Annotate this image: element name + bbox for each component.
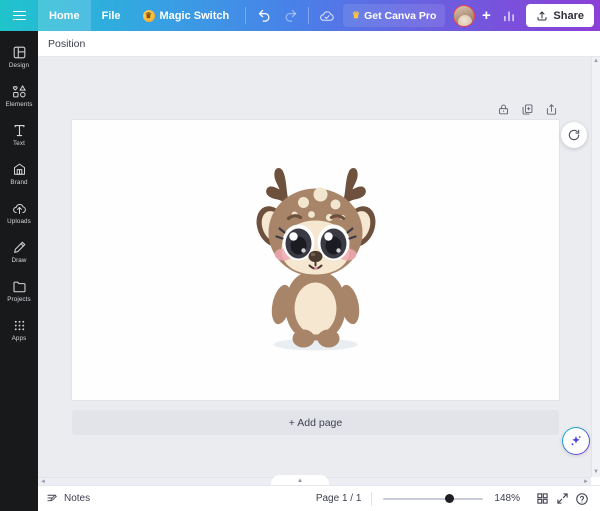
refresh-icon <box>568 129 580 141</box>
page-tools-group <box>497 103 558 116</box>
design-canvas[interactable] <box>72 120 559 400</box>
sidebar-item-label: Text <box>13 139 25 147</box>
sidebar-item-label: Projects <box>7 295 31 303</box>
expand-page-icon[interactable] <box>545 103 558 116</box>
avatar[interactable] <box>453 4 476 27</box>
cloud-check-icon[interactable] <box>314 3 340 29</box>
share-upload-icon <box>537 11 547 20</box>
sidebar-item-label: Brand <box>10 178 28 186</box>
help-icon[interactable] <box>572 489 592 509</box>
sidebar-item-design[interactable]: Design <box>0 37 38 76</box>
add-page-label: + Add page <box>288 416 343 429</box>
menu-home-label: Home <box>49 9 80 22</box>
sidebar-item-draw[interactable]: Draw <box>0 232 38 271</box>
sidebar-item-label: Design <box>8 61 30 69</box>
sidebar-item-apps[interactable]: Apps <box>0 310 38 349</box>
draw-icon <box>13 241 25 253</box>
sidebar-item-label: Apps <box>11 334 27 342</box>
apps-icon <box>14 320 24 330</box>
sidebar-item-brand[interactable]: Brand <box>0 154 38 193</box>
canva-editor-window: Home File ♛ Magic Switch ♛ Get Canva Pro… <box>0 0 600 511</box>
add-page-button[interactable]: + Add page <box>72 410 559 435</box>
bar-chart-icon[interactable] <box>496 3 522 29</box>
sidebar-item-label: Elements <box>5 100 33 108</box>
zoom-slider-knob[interactable] <box>445 493 455 503</box>
sidebar-item-uploads[interactable]: Uploads <box>0 193 38 232</box>
get-canva-pro-label: Get Canva Pro <box>364 9 437 22</box>
notes-icon <box>47 494 57 502</box>
magic-sparkle-icon <box>571 436 581 446</box>
brand-icon <box>13 163 25 175</box>
elements-icon <box>12 84 26 97</box>
scroll-down-arrow[interactable]: ▼ <box>592 468 600 477</box>
redo-icon[interactable] <box>277 3 303 29</box>
grid-view-icon[interactable] <box>532 489 552 509</box>
menu-file-label: File <box>101 9 121 22</box>
toolbar-divider-2 <box>308 7 310 24</box>
pro-crown-icon: ♛ <box>351 10 361 20</box>
uploads-icon <box>12 203 26 214</box>
sidebar-item-label: Uploads <box>7 217 31 225</box>
design-icon <box>13 46 25 58</box>
menu-magic-switch-label: Magic Switch <box>159 9 230 22</box>
refresh-button[interactable] <box>561 122 587 148</box>
sidebar-item-projects[interactable]: Projects <box>0 271 38 310</box>
menu-home[interactable]: Home <box>38 0 91 31</box>
editor-canvas-area: + Add page <box>38 57 600 477</box>
zoom-value[interactable]: 148% <box>494 493 520 504</box>
share-button[interactable]: Share <box>526 4 594 27</box>
page-indicator[interactable]: Page 1 / 1 <box>316 493 362 504</box>
zoom-slider-track[interactable] <box>383 493 484 503</box>
menu-magic-switch[interactable]: ♛ Magic Switch <box>132 0 241 31</box>
fullscreen-icon[interactable] <box>552 489 572 509</box>
left-tool-rail: Design Elements Text Brand Uploads Draw … <box>0 31 38 511</box>
add-collaborator-label: + <box>482 7 491 24</box>
bottombar-divider <box>371 491 373 506</box>
menu-file[interactable]: File <box>91 0 132 31</box>
context-toolbar: Position <box>38 31 600 57</box>
sidebar-item-elements[interactable]: Elements <box>0 76 38 115</box>
position-button[interactable]: Position <box>48 38 85 50</box>
zoom-slider[interactable] <box>383 493 484 503</box>
duplicate-page-icon[interactable] <box>521 103 534 116</box>
top-navigation-bar: Home File ♛ Magic Switch ♛ Get Canva Pro… <box>0 0 600 31</box>
hamburger-menu-icon[interactable] <box>0 0 38 31</box>
vertical-scrollbar[interactable]: ▲ ▼ <box>591 57 600 477</box>
get-canva-pro-button[interactable]: ♛ Get Canva Pro <box>342 4 446 27</box>
projects-icon <box>12 281 26 292</box>
toolbar-divider <box>245 7 247 24</box>
sidebar-item-label: Draw <box>11 256 27 264</box>
lock-icon[interactable] <box>497 103 510 116</box>
notes-label: Notes <box>64 493 91 504</box>
scroll-up-arrow[interactable]: ▲ <box>592 57 600 66</box>
crown-icon: ♛ <box>142 9 155 22</box>
collapse-arrow-icon: ▲ <box>297 477 303 484</box>
add-collaborator-button[interactable]: + <box>476 5 496 27</box>
text-icon <box>14 124 24 136</box>
bottom-status-bar: Notes Page 1 / 1 148% <box>38 485 600 511</box>
notes-button[interactable]: Notes <box>46 492 90 505</box>
undo-icon[interactable] <box>251 3 277 29</box>
share-label: Share <box>553 9 584 22</box>
cartoon-baby-deer-artwork[interactable] <box>243 163 388 358</box>
magic-assistant-button[interactable] <box>562 427 590 455</box>
sidebar-item-text[interactable]: Text <box>0 115 38 154</box>
